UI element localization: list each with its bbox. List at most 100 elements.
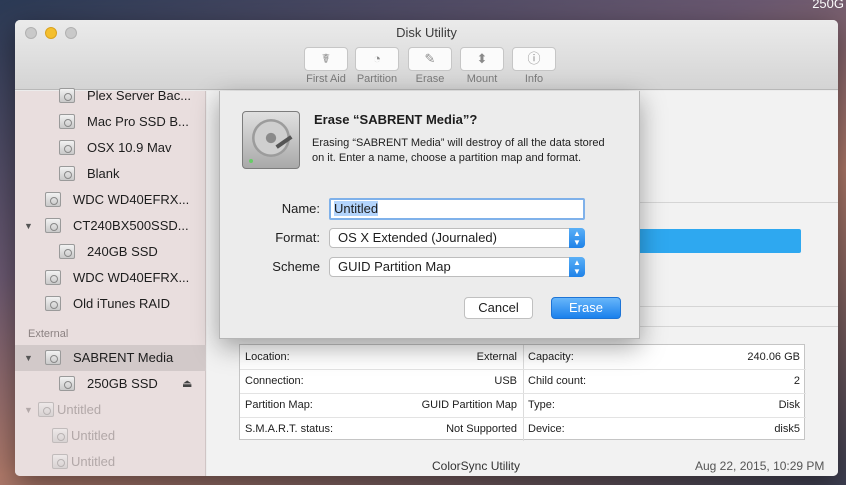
info-key: Type: [528,399,555,411]
disk-icon [45,350,61,365]
info-value: GUID Partition Map [421,399,517,411]
format-label: Format: [275,230,320,245]
sidebar-item[interactable]: Mac Pro SSD B... [15,109,206,135]
erase-button[interactable]: Erase [551,297,621,319]
sidebar-item-sabrent-media[interactable]: ▼ SABRENT Media [15,345,206,371]
toolbar-label: Partition [356,73,398,85]
scheme-label: Scheme [272,259,320,274]
sidebar-item[interactable]: ▼ CT240BX500SSD... [15,213,206,239]
info-connection: Connection: USB [240,369,523,393]
info-key: Connection: [245,375,304,387]
chevron-updown-icon: ▲ ▼ [569,228,585,248]
sidebar-item-label: Blank [87,166,120,181]
info-icon: ⓘ [512,47,556,71]
info-key: Partition Map: [245,399,313,411]
info-location: Location: External [240,345,523,369]
sidebar-item[interactable]: 250GB SSD ⏏ [15,371,206,397]
sidebar: Plex Server Bac... Mac Pro SSD B... OSX … [15,88,206,476]
disk-icon [45,270,61,285]
scheme-select[interactable]: GUID Partition Map ▲ ▼ [329,257,585,277]
format-select-value: OS X Extended (Journaled) [338,230,497,245]
info-value: External [476,351,517,363]
info-key: Location: [245,351,290,363]
window-title: Disk Utility [396,25,457,40]
sidebar-item[interactable]: Blank [15,161,206,187]
disk-icon [59,244,75,259]
dialog-description: Erasing “SABRENT Media” will destroy of … [312,137,605,164]
sidebar-section-external: External [28,328,69,340]
disk-icon [59,114,75,129]
background-list-date: Aug 22, 2015, 10:29 PM [695,459,825,473]
info-table: Location: External Capacity: 240.06 GB C… [239,344,806,441]
toolbar-label: First Aid [306,73,346,85]
sidebar-item-label: CT240BX500SSD... [73,218,189,233]
sidebar-item-label: Untitled [71,428,116,443]
toolbar-first-aid[interactable]: ☤ First Aid [301,47,351,85]
info-partition-map: Partition Map: GUID Partition Map [240,393,523,417]
disk-icon [59,88,75,103]
disclosure-triangle-icon[interactable]: ▼ [24,213,33,239]
sidebar-item-label: 240GB SSD [87,244,158,259]
disk-icon [59,376,75,391]
info-key: S.M.A.R.T. status: [245,423,334,435]
format-select[interactable]: OS X Extended (Journaled) ▲ ▼ [329,228,585,248]
sidebar-item[interactable]: ▼ Untitled [15,397,206,423]
name-field[interactable]: Untitled [329,198,585,220]
disk-icon [52,428,68,443]
sidebar-item-label: Mac Pro SSD B... [87,114,189,129]
toolbar-label: Erase [415,73,445,85]
toolbar-erase[interactable]: ✎ Erase [405,47,455,85]
sidebar-item-label: Old iTunes RAID [73,296,171,311]
name-label: Name: [281,201,320,216]
info-key: Device: [528,423,565,435]
info-child-count: Child count: 2 [523,369,806,393]
sidebar-item-label: Plex Server Bac... [87,88,192,103]
info-smart-status: S.M.A.R.T. status: Not Supported [240,417,523,441]
chevron-updown-icon: ▲ ▼ [569,257,585,277]
info-value: Disk [778,399,800,411]
info-type: Type: Disk [523,393,806,417]
disk-icon [38,402,54,417]
cancel-button[interactable]: Cancel [464,297,533,319]
toolbar-partition[interactable]: ◔ Partition [352,47,402,85]
sidebar-item-label: Untitled [71,454,116,469]
disk-icon [45,296,61,311]
title-bar: Disk Utility ☤ First Aid ◔ Partition ✎ E… [15,20,838,90]
partition-icon: ◔ [355,47,399,71]
eject-icon[interactable]: ⏏ [182,371,192,397]
erase-icon: ✎ [408,47,452,71]
info-value: disk5 [774,423,800,435]
disk-icon [45,218,61,233]
toolbar-label: Info [524,73,544,85]
disk-icon [59,140,75,155]
sidebar-item[interactable]: Untitled [15,449,206,475]
info-capacity: Capacity: 240.06 GB [523,345,806,369]
sidebar-item-label: 250GB SSD [87,376,158,391]
info-key: Child count: [528,375,587,387]
sidebar-item[interactable]: OSX 10.9 Mav [15,135,206,161]
info-device: Device: disk5 [523,417,806,441]
info-value: 240.06 GB [747,351,800,363]
info-value: USB [494,375,517,387]
mount-icon: ⬍ [460,47,504,71]
sidebar-item-label: WDC WD40EFRX... [73,270,190,285]
sidebar-item[interactable]: 240GB SSD [15,239,206,265]
first-aid-icon: ☤ [304,47,348,71]
scheme-select-value: GUID Partition Map [338,259,451,274]
erase-dialog: Erase “SABRENT Media”? Erasing “SABRENT … [219,91,640,339]
toolbar-info[interactable]: ⓘ Info [509,47,559,85]
disclosure-triangle-icon[interactable]: ▼ [24,345,33,371]
disclosure-triangle-icon[interactable]: ▼ [24,397,33,423]
sidebar-item[interactable]: WDC WD40EFRX... [15,187,206,213]
info-value: 2 [793,375,800,387]
sidebar-item-label: WDC WD40EFRX... [73,192,190,207]
sidebar-item[interactable]: Plex Server Bac... [15,83,206,109]
sidebar-item[interactable]: Untitled [15,423,206,449]
info-key: Capacity: [528,351,574,363]
sidebar-item[interactable]: Old iTunes RAID [15,291,206,317]
toolbar-mount[interactable]: ⬍ Mount [457,47,507,85]
name-field-value: Untitled [334,201,379,216]
hard-drive-icon [242,111,300,169]
info-value: Not Supported [446,423,517,435]
sidebar-item[interactable]: WDC WD40EFRX... [15,265,206,291]
